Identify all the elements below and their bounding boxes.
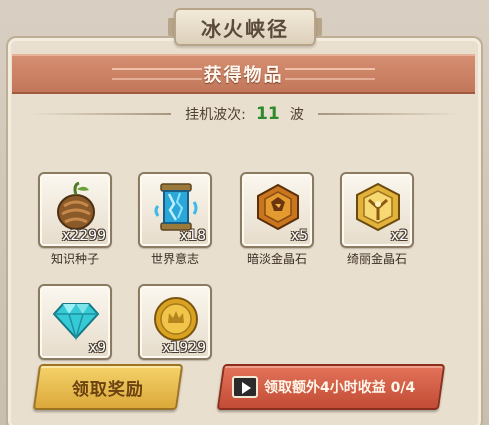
item-quantity: x2 xyxy=(390,228,408,244)
item-quantity: x5 xyxy=(290,228,308,244)
item-name: 世界意志 xyxy=(150,252,199,266)
item-quantity: x18 xyxy=(179,228,206,244)
idle-wave-label: 挂机波次: xyxy=(185,107,246,123)
reward-item-world-will[interactable]: x18 xyxy=(138,172,212,248)
idle-wave-unit: 波 xyxy=(289,107,304,123)
item-name: 知识种子 xyxy=(50,252,99,266)
reward-item-knowledge-seed[interactable]: x2299 xyxy=(38,172,112,248)
reward-item-diamond[interactable]: x9 xyxy=(38,284,112,360)
claim-extra-label: 领取额外4小时收益 0/4 xyxy=(264,380,416,396)
item-quantity: x2299 xyxy=(62,228,106,244)
reward-item-dim-gold-crystal[interactable]: x5 xyxy=(240,172,314,248)
gorgeous-gold-crystal-icon xyxy=(356,182,400,232)
item-name: 暗淡金晶石 xyxy=(246,252,307,266)
item-name: 绮丽金晶石 xyxy=(346,252,407,266)
reward-item-gold-coin[interactable]: x1929 xyxy=(138,284,212,360)
video-ad-icon xyxy=(232,376,258,398)
divider-right xyxy=(317,113,459,115)
gold-coin-icon xyxy=(154,297,198,341)
idle-wave-number: 11 xyxy=(256,104,280,124)
banner-ornament-right xyxy=(285,68,375,80)
divider-left xyxy=(30,113,172,115)
item-quantity: x9 xyxy=(88,340,106,356)
rewards-banner-title: 获得物品 xyxy=(203,65,284,86)
claim-rewards-button[interactable]: 领取奖励 xyxy=(32,364,184,410)
claim-extra-4h-button[interactable]: 领取额外4小时收益 0/4 xyxy=(216,364,446,410)
stage-title-tab: 冰火峡径 xyxy=(174,8,316,46)
diamond-icon xyxy=(52,303,100,341)
reward-item-gorgeous-gold-crystal[interactable]: x2 xyxy=(340,172,414,248)
item-quantity: x1929 xyxy=(162,340,206,356)
claim-rewards-label: 领取奖励 xyxy=(72,379,144,400)
dim-gold-crystal-icon xyxy=(257,183,299,231)
banner-ornament-left xyxy=(112,68,202,80)
seed-icon xyxy=(57,181,95,230)
idle-wave-row: 挂机波次: 11 波 xyxy=(30,102,459,126)
world-will-icon xyxy=(154,183,198,231)
rewards-banner: 获得物品 xyxy=(12,54,475,94)
stage-title: 冰火峡径 xyxy=(201,16,289,41)
